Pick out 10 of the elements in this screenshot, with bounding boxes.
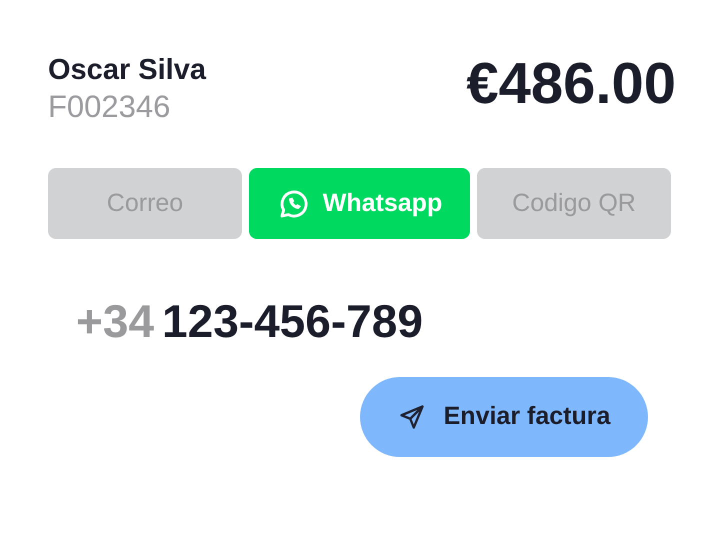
- channel-tab[interactable]: Correo: [48, 168, 242, 239]
- send-invoice-button[interactable]: Enviar factura: [360, 377, 648, 457]
- invoice-number: F002346: [48, 88, 172, 126]
- phone-number: 123-456-789: [162, 294, 423, 349]
- customer-name: Oscar Silva: [48, 53, 206, 88]
- channel-tab[interactable]: Whatsapp: [249, 168, 470, 239]
- send-icon: [398, 403, 426, 431]
- channel-tab[interactable]: Codigo QR: [477, 168, 671, 239]
- country-code: +34: [76, 294, 154, 349]
- invoice-amount: €486.00: [466, 52, 676, 116]
